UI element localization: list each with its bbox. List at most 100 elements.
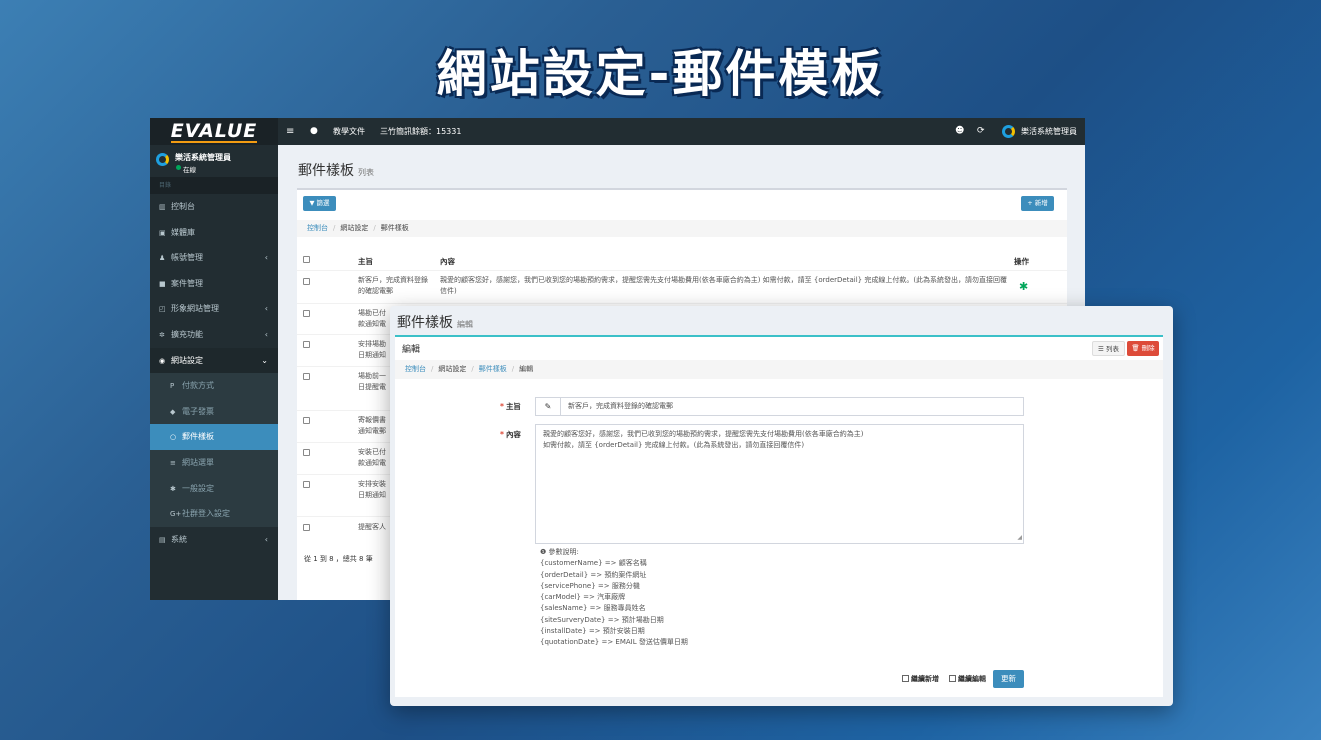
sidebar-item-media[interactable]: ▣ 媒體庫	[150, 220, 278, 246]
sidebar-item-site-menu[interactable]: ≡ 網站選單	[150, 450, 278, 476]
refresh-icon[interactable]: ⟳	[977, 118, 985, 145]
row-checkbox[interactable]	[303, 373, 310, 380]
help-title: 參數說明:	[548, 548, 579, 556]
breadcrumb-item: 網站設定	[438, 365, 467, 373]
param-item: {installDate} => 預計安裝日期	[540, 627, 645, 636]
row-checkbox[interactable]	[303, 310, 310, 317]
docs-link[interactable]: 教學文件	[333, 118, 365, 145]
sidebar-item-invoice[interactable]: ◆ 電子發票	[150, 399, 278, 425]
submenu: P 付款方式 ◆ 電子發票 ○ 郵件樣板 ≡ 網站選單 ✱ 一般設定 G+社群登入設定	[150, 373, 278, 527]
banner-title: 網站設定-郵件模板	[436, 45, 885, 103]
chevron-left-icon: ‹	[264, 304, 268, 314]
param-item: {salesName} => 服務專員姓名	[540, 604, 646, 613]
table-row[interactable]: 新客戶，完成資料登錄的確認電郵 親愛的顧客您好，感謝您，我們已收到您的場勘預約需…	[297, 270, 1067, 303]
tag-icon: ◆	[170, 407, 176, 416]
param-item: {quotationDate} => EMAIL 發送估價單日期	[540, 638, 688, 647]
row-subject: 安裝已付款通知電郵	[358, 448, 386, 467]
clone-icon: ◰	[159, 305, 166, 314]
column-header-content[interactable]: 內容	[440, 256, 455, 267]
settings-icon: ◉	[159, 356, 166, 365]
sidebar-item-accounts[interactable]: ♟ 帳號管理 ‹	[150, 245, 278, 271]
column-header-actions: 操作	[1014, 257, 1029, 266]
continue-edit-checkbox[interactable]	[949, 675, 956, 682]
row-subject: 安排場勘日期通知電郵	[358, 340, 386, 359]
list-icon: ■	[159, 279, 166, 288]
subject-label: * 主旨	[500, 402, 521, 411]
avatar[interactable]	[1002, 125, 1015, 138]
sidebar-item-social-login[interactable]: G+社群登入設定	[150, 501, 278, 527]
edit-window: 郵件樣板 編輯 編輯 ☰ 列表 🗑 刪除 控制台 / 網站設定 / 郵件樣板 / 編輯 * 主旨…	[390, 306, 1173, 706]
breadcrumb-item: 網站設定	[340, 224, 369, 232]
sidebar-item-extensions[interactable]: ✲ 擴充功能 ‹	[150, 322, 278, 348]
sms-balance: 三竹簡訊餘額：15331	[380, 127, 462, 136]
pencil-icon: ✎	[536, 398, 561, 415]
param-item: {servicePhone} => 服務分機	[540, 581, 640, 590]
user-name: 樂活系統管理員	[175, 153, 231, 162]
app-logo[interactable]: EVALUE	[150, 118, 278, 145]
breadcrumb-link[interactable]: 控制台	[307, 224, 328, 232]
users-icon: ♟	[159, 254, 166, 263]
user-status: 在線	[176, 165, 196, 174]
param-item: {carModel} => 汽車廠牌	[540, 593, 626, 602]
sidebar-item-payment[interactable]: P 付款方式	[150, 373, 278, 399]
breadcrumb-item: 郵件樣板	[380, 224, 409, 232]
row-checkbox[interactable]	[303, 341, 310, 348]
row-subject: 新客戶，完成資料登錄的確認電郵	[358, 276, 428, 295]
breadcrumb-link[interactable]: 控制台	[405, 365, 426, 373]
globe-icon[interactable]: ●	[310, 118, 318, 145]
breadcrumb-link[interactable]: 郵件樣板	[479, 365, 507, 373]
sidebar-item-website[interactable]: ◰ 形象網站管理 ‹	[150, 296, 278, 322]
sidebar-item-mail-templates[interactable]: ○ 郵件樣板	[150, 424, 278, 450]
sidebar-item-site-settings[interactable]: ◉ 網站設定 ⌄	[150, 347, 278, 374]
delete-button[interactable]: 🗑 刪除	[1127, 341, 1159, 356]
content-line: 親愛的顧客您好，感謝您，我們已收到您的場勘預約需求，提醒您需先支付場勘費用(依各…	[543, 430, 864, 438]
filter-button[interactable]: ▼ 篩選	[303, 196, 336, 211]
param-item: {customerName} => 顧客名稱	[540, 559, 647, 568]
row-subject: 寄報價書通知電郵	[358, 416, 386, 435]
sidebar-item-dashboard[interactable]: ▥ 控制台	[150, 194, 278, 220]
row-checkbox[interactable]	[303, 481, 310, 488]
sidebar-item-system[interactable]: ▤ 系統 ‹	[150, 527, 278, 553]
smile-icon[interactable]: ☻	[955, 118, 964, 145]
page-title: 郵件樣板 編輯	[397, 315, 473, 331]
row-checkbox[interactable]	[303, 417, 310, 424]
continue-add-label: 繼續新增	[911, 675, 939, 683]
page-title: 郵件樣板 列表	[298, 163, 374, 179]
info-icon: ❶	[540, 548, 547, 556]
select-all-checkbox[interactable]	[303, 256, 310, 263]
param-item: {orderDetail} => 預約案件網址	[540, 570, 647, 579]
cogs-icon: ✲	[159, 330, 165, 339]
subject-field[interactable]: ✎ 新客戶，完成資料登錄的確認電郵	[535, 397, 1024, 416]
continue-add-checkbox[interactable]	[902, 675, 909, 682]
subject-value: 新客戶，完成資料登錄的確認電郵	[568, 402, 673, 410]
gear-icon: ✱	[170, 484, 176, 493]
sidebar-item-general[interactable]: ✱ 一般設定	[150, 476, 278, 502]
sidebar-item-cases[interactable]: ■ 案件管理	[150, 271, 278, 297]
content-textarea[interactable]: 親愛的顧客您好，感謝您，我們已收到您的場勘預約需求，提醒您需先支付場勘費用(依各…	[535, 424, 1024, 544]
bars-icon[interactable]: ≡	[286, 118, 294, 145]
chevron-down-icon: ⌄	[261, 355, 268, 365]
google-plus-icon: G+	[170, 510, 182, 519]
paypal-icon: P	[170, 382, 175, 391]
row-checkbox[interactable]	[303, 449, 310, 456]
avatar	[156, 153, 169, 166]
content-label: * 內容	[500, 430, 521, 439]
circle-icon: ○	[170, 433, 177, 442]
content-line: 如需付款，請至 {orderDetail} 完成線上付款。(此為系統發出，請勿直…	[543, 441, 805, 449]
row-checkbox[interactable]	[303, 524, 310, 531]
row-checkbox[interactable]	[303, 278, 310, 285]
row-content: 親愛的顧客您好，感謝您，我們已收到您的場勘預約需求，提醒您需先支付場勘費用(依各…	[440, 276, 1008, 295]
gear-icon[interactable]: ✱	[1019, 280, 1028, 293]
update-button[interactable]: 更新	[993, 670, 1024, 688]
resize-handle[interactable]: ◢	[1017, 532, 1022, 543]
add-button[interactable]: + 新增	[1021, 196, 1054, 211]
continue-edit-label: 繼續編輯	[958, 675, 986, 683]
user-panel: 樂活系統管理員 在線	[150, 145, 278, 177]
list-button[interactable]: ☰ 列表	[1092, 341, 1125, 356]
breadcrumb: 控制台 / 網站設定 / 郵件樣板	[297, 220, 1067, 237]
bars-icon: ≡	[170, 458, 176, 467]
column-header-subject[interactable]: 主旨	[358, 256, 373, 267]
user-menu[interactable]: 樂活系統管理員	[1021, 118, 1077, 145]
chart-icon: ▥	[159, 203, 166, 211]
breadcrumb-item: 編輯	[519, 365, 534, 373]
